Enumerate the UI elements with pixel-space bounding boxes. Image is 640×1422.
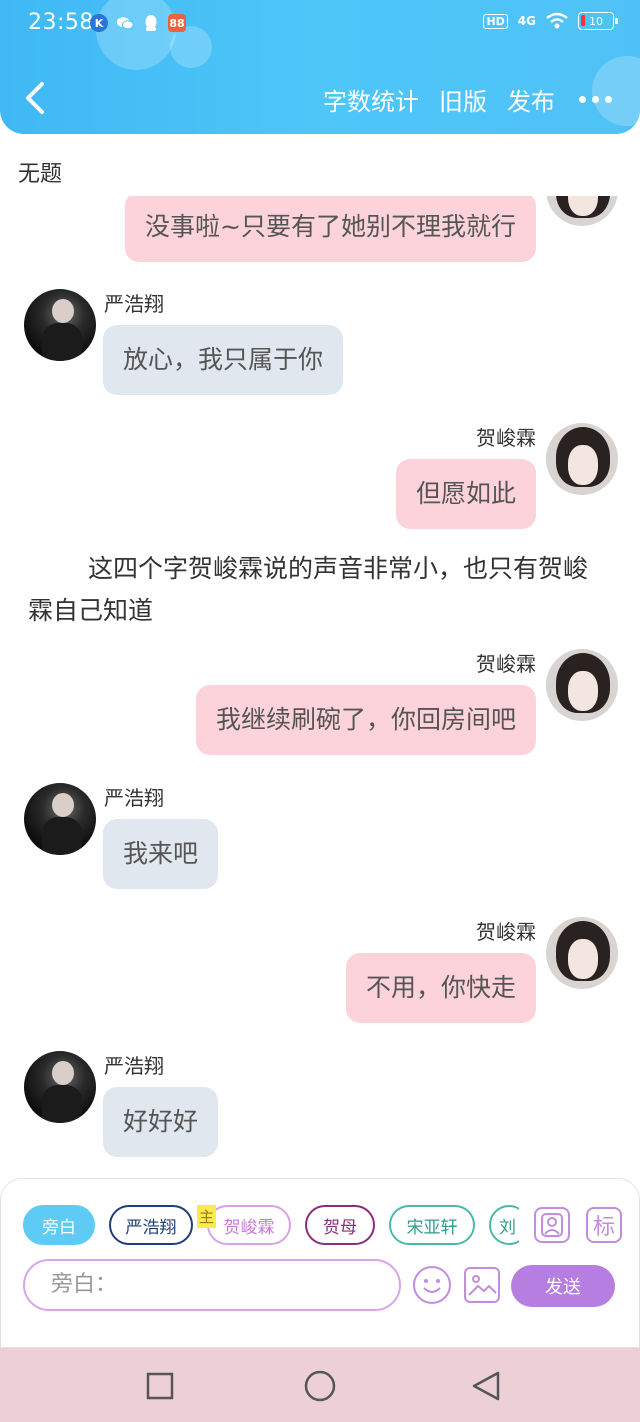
role-chip-mother[interactable]: 贺母 [305,1205,375,1245]
message-bubble: 没事啦~只要有了她别不理我就行 [125,196,536,262]
image-icon[interactable] [464,1267,500,1303]
avatar-yanhaoxiang [24,1051,96,1123]
role-chip-narrator[interactable]: 旁白 [23,1205,95,1245]
system-nav-bar [0,1348,640,1422]
back-nav-button[interactable] [470,1370,502,1402]
tag-button[interactable]: 标 [586,1207,622,1243]
role-chip-liu[interactable]: 刘 [489,1205,519,1245]
battery-level [581,15,585,26]
battery-text: 10 [589,14,603,28]
speaker-name: 贺峻霖 [476,652,536,676]
role-chip-songyaxuan[interactable]: 宋亚轩 [389,1205,475,1245]
status-time: 23:58 [28,10,94,35]
app-k-icon: K [90,14,108,32]
wechat-icon [116,14,134,32]
role-chip-yanhaoxiang[interactable]: 严浩翔 [109,1205,193,1245]
avatar-hejunlin [546,917,618,989]
narration-text: 这四个字贺峻霖说的声音非常小，也只有贺峻霖自己知道 [28,554,589,625]
avatar-hejunlin [546,649,618,721]
recents-button[interactable] [144,1370,176,1402]
message-bubble: 我继续刷碗了，你回房间吧 [195,685,536,755]
host-tag: 主 [197,1205,217,1228]
square-icon [146,1372,174,1400]
chevron-left-icon [26,82,44,114]
role-manage-icon[interactable] [534,1207,570,1243]
send-button[interactable]: 发送 [511,1265,615,1307]
speaker-name: 严浩翔 [104,292,164,316]
wifi-icon [546,12,568,29]
app-orange-icon: 88 [168,14,186,32]
message-bubble: 不用，你快走 [345,953,536,1023]
top-header: 23:58 K 88 HD 4G 10 字数统计 旧版 发布 [0,0,640,134]
role-chip-hejunlin[interactable]: 贺峻霖 [207,1205,291,1245]
battery-icon: 10 [578,12,618,30]
message-input[interactable]: 旁白： [23,1259,401,1311]
document-title[interactable]: 无题 [18,156,62,188]
publish-button[interactable]: 发布 [507,82,555,117]
old-version-button[interactable]: 旧版 [439,82,487,117]
header-actions: 字数统计 旧版 发布 [323,82,616,117]
word-count-button[interactable]: 字数统计 [323,82,419,117]
emoji-icon[interactable] [413,1266,451,1304]
avatar-yanhaoxiang [24,783,96,855]
avatar-yanhaoxiang [24,289,96,361]
message-bubble: 我来吧 [103,819,219,889]
home-button[interactable] [302,1368,338,1404]
compose-panel: 旁白 严浩翔 贺峻霖 贺母 宋亚轩 刘 标 旁白： 发送 [0,1178,640,1348]
chat-area[interactable]: 没事啦~只要有了她别不理我就行 严浩翔 放心，我只属于你 贺峻霖 但愿如此 这四… [0,196,640,1176]
avatar-hejunlin [546,423,618,495]
message-bubble: 放心，我只属于你 [103,325,344,395]
avatar-hejunlin [546,196,618,226]
speaker-name: 贺峻霖 [476,920,536,944]
speaker-name: 贺峻霖 [476,426,536,450]
back-button[interactable] [18,78,54,118]
system-status: HD 4G 10 [483,12,618,30]
message-bubble: 好好好 [103,1087,219,1157]
speaker-name: 严浩翔 [104,786,164,810]
speaker-name: 严浩翔 [104,1054,164,1078]
network-label: 4G [517,14,536,28]
circle-icon [304,1370,336,1402]
message-bubble: 但愿如此 [395,459,536,529]
more-icon[interactable] [575,96,616,103]
qq-icon [142,14,160,32]
status-bar: 23:58 K 88 HD 4G 10 [0,0,640,50]
hd-badge: HD [483,13,508,29]
role-chips[interactable]: 旁白 严浩翔 贺峻霖 贺母 宋亚轩 刘 [23,1205,519,1247]
notification-icons: K 88 [90,14,186,32]
triangle-back-icon [472,1371,500,1401]
